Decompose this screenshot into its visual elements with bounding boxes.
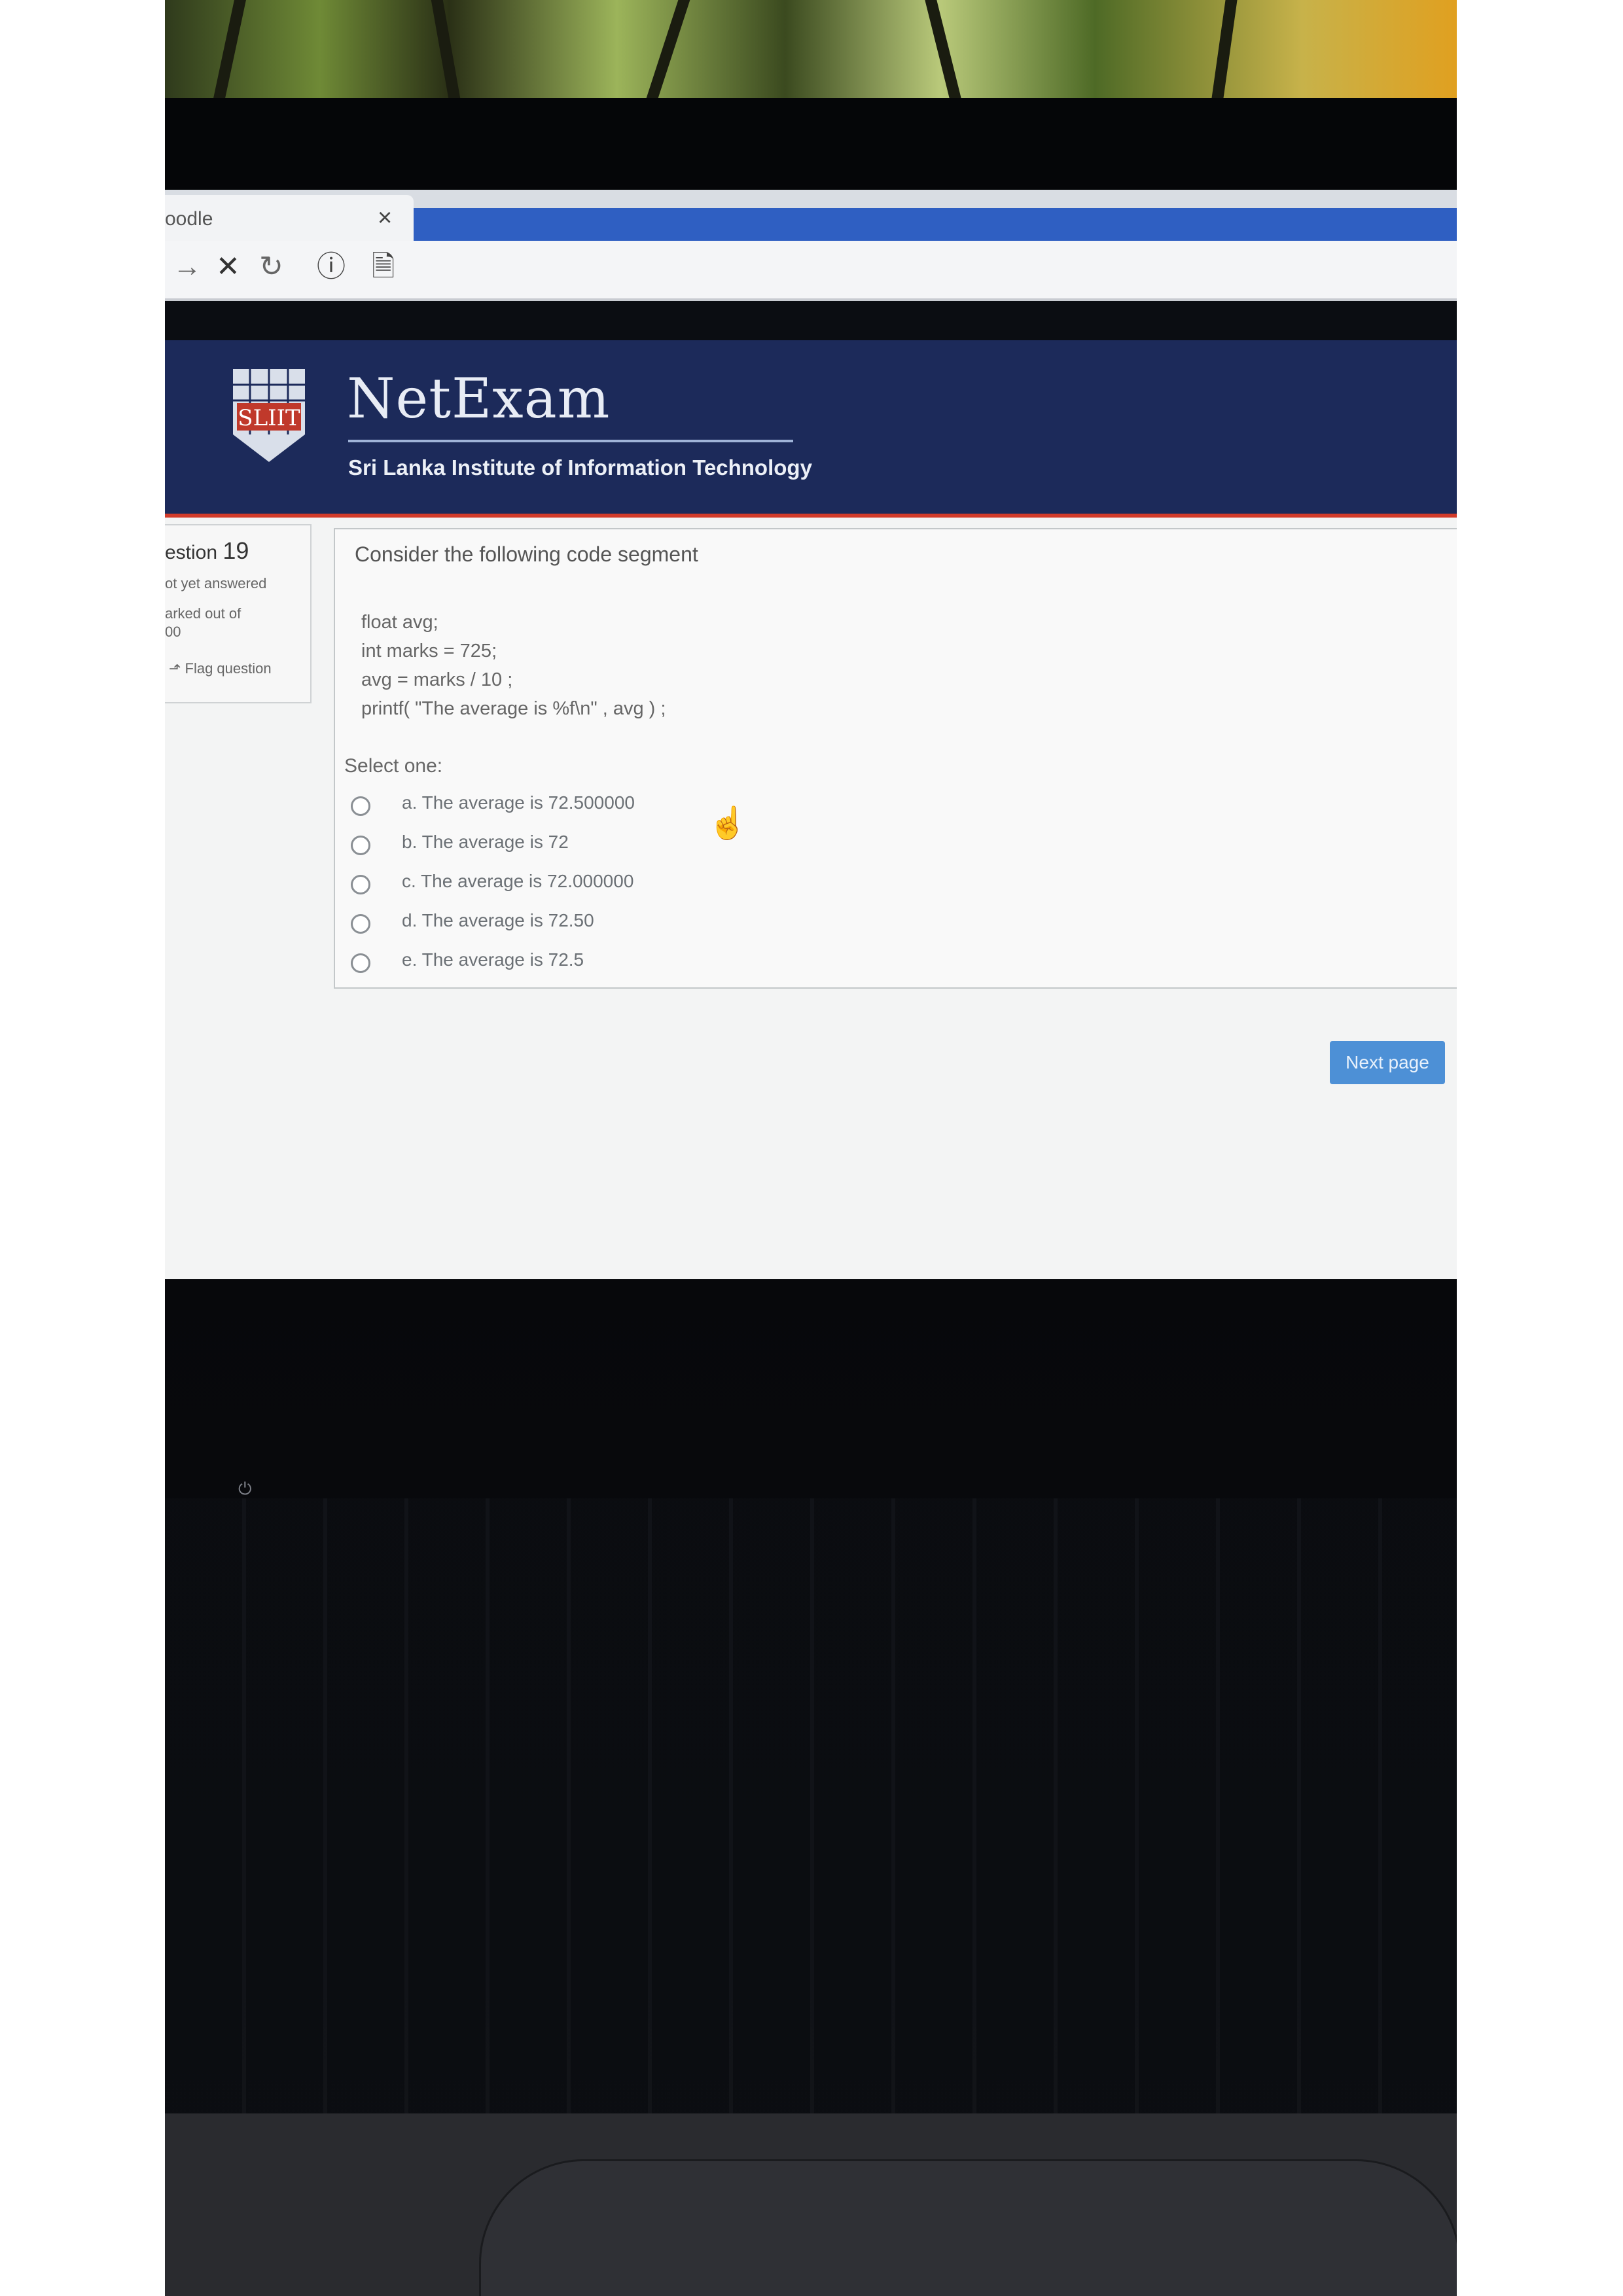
site-brand: NetExam (347, 366, 611, 431)
question-number: estion 19 (165, 537, 249, 564)
question-info-panel: estion 19 ot yet answered arked out of 0… (165, 524, 312, 703)
radio-button[interactable] (351, 914, 370, 934)
option-label: c. The average is 72.000000 (402, 871, 634, 891)
browser-nav-bar: → ✕ ↻ ⓘ 🗎 (165, 241, 1457, 301)
radio-button[interactable] (351, 875, 370, 894)
code-line: printf( "The average is %f\n" , avg ) ; (361, 698, 666, 719)
brand-divider (348, 440, 793, 442)
flag-question-label: Flag question (185, 660, 272, 677)
option-label: e. The average is 72.5 (402, 949, 584, 970)
radio-button[interactable] (351, 953, 370, 973)
photo-frame: oodle × → ✕ ↻ ⓘ 🗎 SLIIT NetExam Sri Lank… (165, 0, 1457, 2296)
code-line: float avg; (361, 612, 438, 633)
page-icon[interactable]: 🗎 (372, 253, 395, 281)
screen-glare-band (165, 301, 1457, 340)
laptop-keyboard (165, 1498, 1457, 2113)
radio-button[interactable] (351, 796, 370, 816)
tab-title: oodle (165, 208, 213, 230)
close-icon[interactable]: × (378, 204, 392, 232)
laptop-screen: oodle × → ✕ ↻ ⓘ 🗎 SLIIT NetExam Sri Lank… (165, 190, 1457, 1279)
answer-status: ot yet answered (165, 575, 267, 592)
stop-icon[interactable]: ✕ (216, 253, 240, 281)
question-prompt: Consider the following code segment (355, 542, 698, 566)
option-label: b. The average is 72 (402, 832, 569, 852)
question-box: Consider the following code segment floa… (334, 528, 1457, 989)
flag-icon: ⬏ (169, 660, 181, 677)
code-line: int marks = 725; (361, 641, 497, 662)
radio-button[interactable] (351, 836, 370, 855)
browser-tab[interactable]: oodle × (165, 195, 414, 241)
info-icon[interactable]: ⓘ (317, 253, 346, 281)
code-line: avg = marks / 10 ; (361, 669, 513, 690)
select-one-label: Select one: (344, 755, 443, 777)
site-header: SLIIT NetExam Sri Lanka Institute of Inf… (165, 340, 1457, 518)
forward-icon[interactable]: → (173, 253, 202, 281)
laptop-touchpad (479, 2159, 1457, 2296)
sliit-logo: SLIIT (233, 369, 305, 462)
site-subtitle: Sri Lanka Institute of Information Techn… (348, 455, 812, 480)
quiz-content: estion 19 ot yet answered arked out of 0… (165, 518, 1457, 1279)
background-foliage (165, 0, 1457, 98)
reload-icon[interactable]: ↻ (259, 253, 283, 281)
power-icon: ⏻ (238, 1479, 252, 1498)
flag-question-link[interactable]: ⬏ Flag question (169, 660, 272, 677)
code-block: float avg; int marks = 725; avg = marks … (361, 608, 666, 723)
marks-value: 00 (165, 624, 181, 640)
next-page-button[interactable]: Next page (1330, 1041, 1445, 1084)
option-label: a. The average is 72.500000 (402, 792, 635, 813)
option-label: d. The average is 72.50 (402, 910, 594, 930)
hand-cursor-icon: ☝ (708, 806, 747, 841)
logo-text: SLIIT (238, 405, 300, 431)
marks-label: arked out of (165, 605, 241, 622)
browser-tab-bar: oodle × (165, 190, 1457, 246)
